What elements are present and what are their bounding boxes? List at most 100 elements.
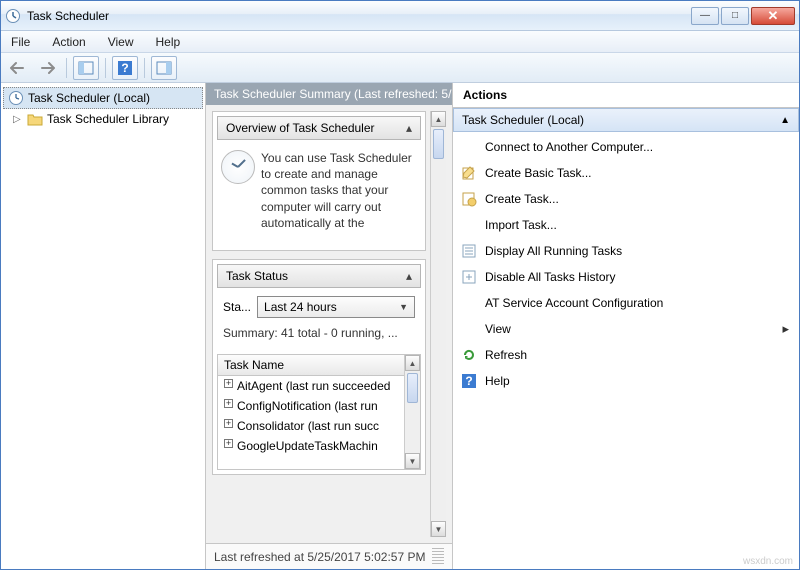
action-label: Import Task... (485, 218, 557, 232)
expand-plus-icon[interactable]: + (224, 379, 233, 388)
task-name: ConfigNotification (last run (237, 399, 378, 413)
scroll-down-button[interactable]: ▼ (431, 521, 446, 537)
action-label: Help (485, 374, 510, 388)
task-row[interactable]: +GoogleUpdateTaskMachin (218, 436, 404, 456)
blank-icon (461, 295, 477, 311)
action-create-task[interactable]: Create Task... (453, 186, 799, 212)
toolbar: ? (1, 53, 799, 83)
status-label: Sta... (223, 300, 251, 314)
task-row[interactable]: + ConfigNotification (last run (218, 396, 404, 416)
center-scrollbar[interactable]: ▲ ▼ (430, 111, 446, 537)
menu-action[interactable]: Action (48, 33, 89, 51)
expand-plus-icon[interactable]: + (224, 439, 233, 448)
toolbar-panel1-button[interactable] (73, 56, 99, 80)
maximize-button[interactable]: □ (721, 7, 749, 25)
task-row[interactable]: + Consolidator (last run succ (218, 416, 404, 436)
window-controls: — □ ✕ (689, 7, 795, 25)
history-icon (461, 269, 477, 285)
title-bar[interactable]: Task Scheduler — □ ✕ (1, 1, 799, 31)
task-name-column-header[interactable]: Task Name (218, 355, 404, 376)
actions-context-header[interactable]: Task Scheduler (Local) ▲ (453, 108, 799, 132)
chevron-up-icon[interactable]: ▴ (406, 121, 412, 135)
overview-header[interactable]: Overview of Task Scheduler ▴ (217, 116, 421, 140)
center-pane: Task Scheduler Summary (Last refreshed: … (206, 83, 453, 569)
expand-icon[interactable]: ▷ (13, 114, 23, 125)
actions-pane: Actions Task Scheduler (Local) ▲ Connect… (453, 83, 799, 569)
scroll-thumb[interactable] (407, 373, 418, 403)
task-name: AitAgent (last run succeeded (237, 379, 390, 393)
main-body: Task Scheduler (Local) ▷ Task Scheduler … (1, 83, 799, 569)
task-name: Consolidator (last run succ (237, 419, 379, 433)
nav-forward-button[interactable] (34, 56, 60, 80)
action-label: AT Service Account Configuration (485, 296, 663, 310)
nav-back-button[interactable] (5, 56, 31, 80)
action-refresh[interactable]: Refresh (453, 342, 799, 368)
action-label: Create Basic Task... (485, 166, 592, 180)
scroll-thumb[interactable] (433, 129, 444, 159)
large-clock-icon (221, 150, 255, 184)
action-at-service[interactable]: AT Service Account Configuration (453, 290, 799, 316)
action-help[interactable]: ? Help (453, 368, 799, 394)
folder-icon (27, 111, 43, 127)
clock-icon (8, 90, 24, 106)
svg-text:?: ? (121, 61, 128, 75)
menu-help[interactable]: Help (152, 33, 185, 51)
watermark-text: wsxdn.com (743, 556, 793, 567)
task-row[interactable]: + AitAgent (last run succeeded (218, 376, 404, 396)
status-filter-row: Sta... Last 24 hours ▼ (213, 292, 425, 322)
action-create-basic-task[interactable]: Create Basic Task... (453, 160, 799, 186)
action-label: Connect to Another Computer... (485, 140, 653, 154)
task-status-panel: Task Status ▴ Sta... Last 24 hours ▼ Sum… (212, 259, 426, 475)
center-body: Overview of Task Scheduler ▴ You can use… (206, 105, 452, 543)
console-tree[interactable]: Task Scheduler (Local) ▷ Task Scheduler … (1, 83, 206, 569)
last-refreshed-text: Last refreshed at 5/25/2017 5:02:57 PM (214, 550, 425, 564)
task-scheduler-window: Task Scheduler — □ ✕ File Action View He… (0, 0, 800, 570)
collapse-arrow-icon[interactable]: ▲ (780, 115, 790, 126)
tree-root-node[interactable]: Task Scheduler (Local) (3, 87, 203, 109)
refresh-icon (461, 347, 477, 363)
action-label: Create Task... (485, 192, 559, 206)
tree-library-node[interactable]: ▷ Task Scheduler Library (3, 109, 203, 129)
expand-plus-icon[interactable]: + (224, 419, 233, 428)
action-display-running[interactable]: Display All Running Tasks (453, 238, 799, 264)
task-status-header[interactable]: Task Status ▴ (217, 264, 421, 288)
actions-header: Actions (453, 83, 799, 108)
status-range-combo[interactable]: Last 24 hours ▼ (257, 296, 415, 318)
blank-icon (461, 139, 477, 155)
task-icon (461, 191, 477, 207)
toolbar-separator (105, 58, 106, 78)
scroll-up-button[interactable]: ▲ (431, 111, 446, 127)
close-button[interactable]: ✕ (751, 7, 795, 25)
scroll-down-button[interactable]: ▼ (405, 453, 420, 469)
blank-icon (461, 321, 477, 337)
actions-context-label: Task Scheduler (Local) (462, 113, 584, 127)
minimize-button[interactable]: — (691, 7, 719, 25)
task-list-scrollbar[interactable]: ▲ ▼ (404, 355, 420, 469)
overview-content: You can use Task Scheduler to create and… (213, 144, 425, 250)
toolbar-separator (66, 58, 67, 78)
action-label: View (485, 322, 511, 336)
toolbar-panel2-button[interactable] (151, 56, 177, 80)
action-label: Refresh (485, 348, 527, 362)
action-connect[interactable]: Connect to Another Computer... (453, 134, 799, 160)
tree-root-label: Task Scheduler (Local) (28, 91, 150, 105)
menu-file[interactable]: File (7, 33, 34, 51)
action-disable-history[interactable]: Disable All Tasks History (453, 264, 799, 290)
chevron-up-icon[interactable]: ▴ (406, 269, 412, 283)
wizard-icon (461, 165, 477, 181)
list-icon (461, 243, 477, 259)
resize-grip-icon[interactable] (432, 548, 444, 566)
task-status-title: Task Status (226, 269, 288, 283)
action-view-submenu[interactable]: View ▸ (453, 316, 799, 342)
scroll-up-button[interactable]: ▲ (405, 355, 420, 371)
action-import-task[interactable]: Import Task... (453, 212, 799, 238)
window-title: Task Scheduler (27, 9, 689, 23)
svg-text:?: ? (465, 374, 472, 388)
action-label: Disable All Tasks History (485, 270, 616, 284)
dropdown-arrow-icon: ▼ (399, 302, 408, 312)
menu-view[interactable]: View (104, 33, 138, 51)
toolbar-help-button[interactable]: ? (112, 56, 138, 80)
expand-plus-icon[interactable]: + (224, 399, 233, 408)
actions-list: Connect to Another Computer... Create Ba… (453, 132, 799, 396)
toolbar-separator (144, 58, 145, 78)
